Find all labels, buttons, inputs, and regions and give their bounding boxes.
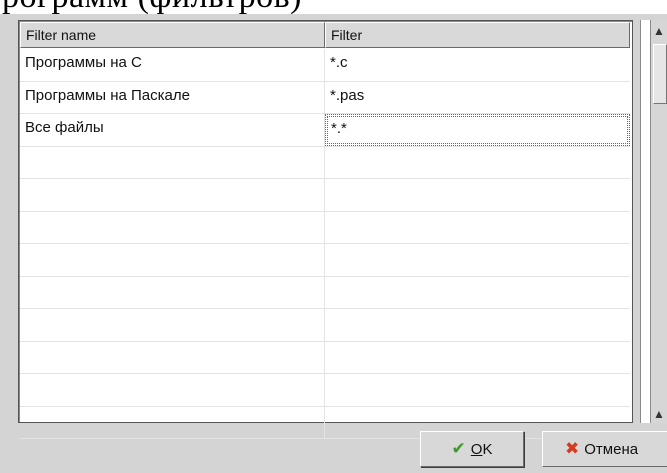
cell-filter-pattern[interactable]: [325, 374, 630, 406]
cell-filter-name[interactable]: [20, 244, 325, 276]
cell-filter-pattern[interactable]: [325, 212, 630, 244]
table-row[interactable]: [20, 211, 630, 244]
arrow-up-icon[interactable]: ▲: [651, 20, 667, 42]
cell-filter-name[interactable]: [20, 211, 325, 243]
cell-filter-name[interactable]: [20, 179, 325, 211]
table-row[interactable]: [20, 374, 630, 407]
cell-filter-pattern-editing[interactable]: *.*: [325, 114, 630, 146]
cell-filter-pattern[interactable]: *.pas: [325, 82, 630, 114]
cancel-button[interactable]: ✖ Отмена: [542, 431, 667, 467]
column-header-filter[interactable]: Filter: [325, 22, 630, 48]
cell-filter-pattern[interactable]: [325, 147, 630, 179]
cross-icon: ✖: [565, 439, 580, 458]
table-row[interactable]: [20, 244, 630, 277]
cell-filter-pattern[interactable]: [325, 342, 630, 374]
cell-filter-name[interactable]: Программы на Паскале: [20, 81, 325, 113]
cell-filter-pattern[interactable]: [325, 179, 630, 211]
cell-filter-name[interactable]: [20, 374, 325, 406]
arrow-down-icon[interactable]: ▲: [651, 405, 667, 423]
ok-button-label: OK: [470, 440, 493, 458]
cell-filter-pattern[interactable]: [325, 244, 630, 276]
cell-filter-pattern[interactable]: [325, 277, 630, 309]
cell-filter-name[interactable]: Программы на С: [20, 49, 325, 81]
table-row[interactable]: Все файлы *.*: [20, 114, 630, 147]
table-row[interactable]: [20, 309, 630, 342]
table-header: Filter name Filter: [20, 22, 630, 48]
checkmark-icon: ✔: [451, 439, 466, 458]
cell-filter-name[interactable]: [20, 309, 325, 341]
column-header-filter-name[interactable]: Filter name: [20, 22, 325, 48]
ok-button[interactable]: ✔ OK: [420, 431, 524, 467]
cell-filter-name[interactable]: Все файлы: [20, 114, 325, 146]
table-edge: [640, 20, 650, 423]
filter-table: Filter name Filter Программы на С *.c Прог…: [18, 20, 633, 439]
cancel-button-label: Отмена: [584, 440, 639, 458]
table-row[interactable]: [20, 276, 630, 309]
table-body: Программы на С *.c Программы на Паскале *.p…: [20, 49, 630, 439]
table-row[interactable]: [20, 179, 630, 212]
table-row[interactable]: [20, 406, 630, 439]
table-row[interactable]: [20, 341, 630, 374]
page-heading: рограмм (фильтров): [2, 0, 302, 14]
table-row[interactable]: [20, 146, 630, 179]
vertical-scrollbar[interactable]: ▲ ▲: [650, 20, 667, 423]
cell-filter-name[interactable]: [20, 146, 325, 178]
scrollbar-thumb[interactable]: [653, 44, 667, 104]
cell-filter-name[interactable]: [20, 406, 325, 438]
page-heading-fragment: рограмм (фильтров): [0, 0, 667, 14]
filter-dialog: Filter name Filter Программы на С *.c Прог…: [0, 14, 667, 473]
table-row[interactable]: Программы на С *.c: [20, 49, 630, 82]
cell-filter-pattern[interactable]: [325, 309, 630, 341]
cell-filter-name[interactable]: [20, 276, 325, 308]
cell-filter-pattern[interactable]: *.c: [325, 49, 630, 81]
cell-filter-name[interactable]: [20, 341, 325, 373]
table-row[interactable]: Программы на Паскале *.pas: [20, 81, 630, 114]
